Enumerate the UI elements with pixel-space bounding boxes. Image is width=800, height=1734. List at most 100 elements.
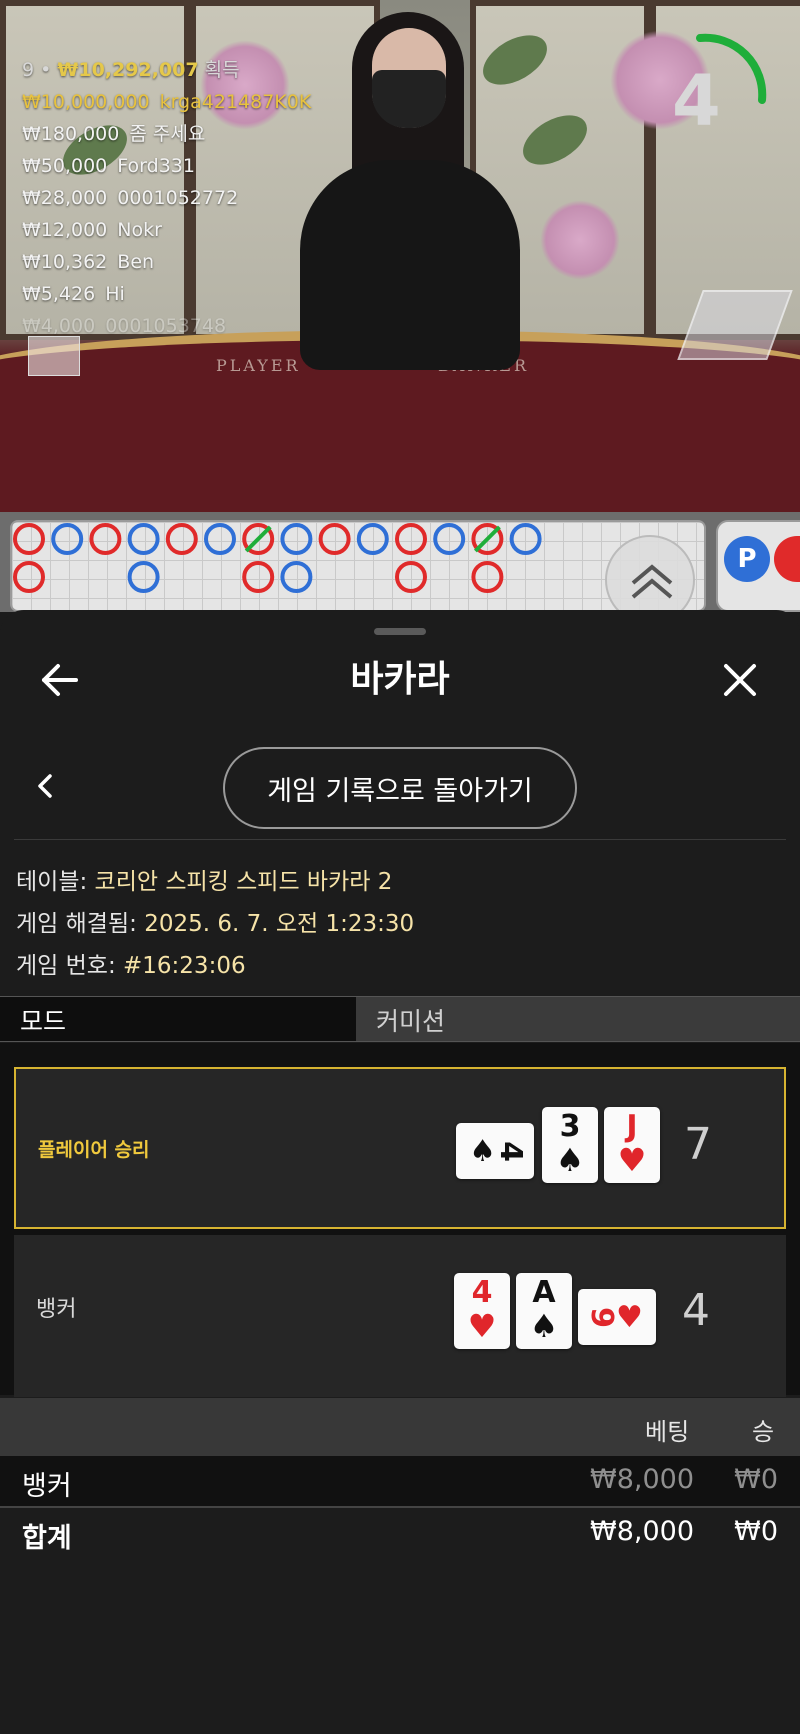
- road-marker: [471, 561, 504, 593]
- leaderboard-row: ₩4,000 0001053748: [22, 310, 311, 342]
- card-box: [28, 336, 80, 376]
- banker-result-badge: [774, 536, 800, 582]
- total-bet-amount: ₩8,000: [590, 1516, 694, 1547]
- card-rank: 4: [471, 1275, 493, 1310]
- game-number-value: #16:23:06: [123, 953, 246, 979]
- chevron-left-icon: [38, 774, 52, 798]
- leaderboard-amount: ₩10,000,000: [22, 91, 150, 113]
- leaderboard-amount: ₩180,000: [22, 123, 120, 145]
- total-label: 합계: [22, 1523, 72, 1554]
- road-marker: [127, 523, 160, 555]
- felt-player-label: PLAYER: [216, 356, 301, 375]
- card-suit: ♥: [617, 1141, 647, 1179]
- card: ♠ 4: [456, 1123, 534, 1179]
- road-marker: [13, 561, 45, 593]
- resolved-value: 2025. 6. 7. 오전 1:23:30: [144, 911, 415, 937]
- road-marker: [280, 523, 313, 555]
- bet-total-row: 합계 ₩8,000 ₩0: [0, 1506, 800, 1556]
- leaderboard-amount: ₩28,000: [22, 187, 108, 209]
- card: J ♥: [604, 1107, 660, 1183]
- game-number-label: 게임 번호:: [16, 953, 116, 979]
- leaderboard-row: ₩10,000,000 krga421487K0K: [22, 86, 311, 118]
- live-video-feed: PLAYER BANKER 9 • ₩10,292,007 획득 ₩10,000…: [0, 0, 800, 512]
- leaderboard-name: Ben: [117, 251, 155, 273]
- leaderboard-row: ₩10,362 Ben: [22, 246, 311, 278]
- road-marker: [509, 523, 542, 555]
- leaderboard-row: ₩12,000 Nokr: [22, 214, 311, 246]
- table-info: 테이블: 코리안 스피킹 스피드 바카라 2: [16, 862, 392, 896]
- road-marker: [395, 523, 427, 555]
- road-marker: [127, 561, 160, 593]
- leaderboard-amount: ₩5,426: [22, 283, 96, 305]
- bet-column-header: 베팅: [645, 1418, 690, 1446]
- road-marker: [89, 523, 122, 555]
- bet-row: 뱅커 ₩8,000 ₩0: [0, 1456, 800, 1506]
- previous-game-button[interactable]: [28, 768, 64, 804]
- won-suffix: 획득: [204, 59, 240, 81]
- player-count: 9: [22, 59, 35, 81]
- leaderboard-amount: ₩50,000: [22, 155, 108, 177]
- close-button[interactable]: [716, 656, 764, 704]
- road-marker: [433, 523, 466, 555]
- road-marker: [356, 523, 389, 555]
- side-road[interactable]: P: [716, 520, 800, 612]
- game-history-sheet: 바카라 게임 기록으로 돌아가기 테이블: 코리안 스피킹 스피드 바카라 2 …: [0, 610, 800, 1734]
- leaderboard-name: Hi: [105, 283, 125, 305]
- road-marker: [280, 561, 313, 593]
- card: 3 ♠: [542, 1107, 598, 1183]
- total-won-amount: ₩10,292,007: [57, 59, 199, 81]
- road-marker: [395, 561, 427, 593]
- close-icon: [724, 664, 756, 696]
- leaderboard-name: 좀 주세요: [129, 123, 206, 145]
- dealer: [300, 160, 520, 370]
- card-face: 9 ♥: [578, 1289, 656, 1345]
- winners-leaderboard: 9 • ₩10,292,007 획득 ₩10,000,000 krga421487…: [22, 54, 311, 342]
- banker-label: 뱅커: [36, 1297, 77, 1322]
- road-marker: [242, 561, 275, 593]
- player-win-label: 플레이어 승리: [38, 1139, 150, 1161]
- leaderboard-name: Ford331: [117, 155, 195, 177]
- road-marker: [165, 523, 198, 555]
- tie-slash: [244, 525, 272, 553]
- card-suit: ♥: [615, 1299, 643, 1335]
- card: 9 ♥: [578, 1289, 656, 1345]
- card-rank: 4: [492, 1140, 528, 1162]
- player-hand: 플레이어 승리 ♠ 4 3 ♠ J ♥ 7: [14, 1067, 786, 1229]
- card-rank: 9: [584, 1306, 620, 1328]
- leaderboard-row: ₩50,000 Ford331: [22, 150, 311, 182]
- person-icon: •: [40, 59, 52, 81]
- bets-header: 베팅 승: [0, 1398, 800, 1456]
- win-amount: ₩0: [734, 1464, 778, 1495]
- road-markers: [13, 523, 542, 593]
- countdown-number: 4: [672, 60, 721, 142]
- leaderboard-row: ₩180,000 좀 주세요: [22, 118, 311, 150]
- card-rank: J: [626, 1109, 638, 1144]
- sheet-title: 바카라: [350, 659, 450, 700]
- banker-hand: 뱅커 4 ♥ A ♠ 9 ♥ 4: [14, 1235, 786, 1397]
- road-marker: [318, 523, 351, 555]
- divider: [14, 839, 786, 840]
- card-face: ♠ 4: [456, 1123, 534, 1179]
- commission-label: 커미션: [376, 1007, 446, 1036]
- card-suit: ♠: [555, 1141, 585, 1179]
- leaderboard-row: ₩28,000 0001052772: [22, 182, 311, 214]
- back-to-history-button[interactable]: 게임 기록으로 돌아가기: [223, 747, 577, 829]
- table-label: 테이블:: [16, 869, 88, 895]
- leaderboard-amount: ₩4,000: [22, 315, 96, 337]
- leaderboard-amount: ₩12,000: [22, 219, 108, 241]
- game-number-info: 게임 번호: #16:23:06: [16, 946, 246, 980]
- resolved-info: 게임 해결됨: 2025. 6. 7. 오전 1:23:30: [16, 904, 414, 938]
- road-marker: [13, 523, 45, 555]
- bet-amount: ₩8,000: [590, 1464, 694, 1495]
- road-marker: [51, 523, 84, 555]
- total-win-amount: ₩0: [734, 1516, 778, 1547]
- bet-name: 뱅커: [22, 1471, 72, 1502]
- leaderboard-name: 0001053748: [105, 315, 227, 337]
- road-marker: [204, 523, 236, 555]
- tie-slash: [473, 525, 501, 553]
- table-value: 코리안 스피킹 스피드 바카라 2: [94, 869, 393, 895]
- leaderboard-name: Nokr: [117, 219, 162, 241]
- win-column-header: 승: [752, 1418, 775, 1446]
- leaderboard-header: 9 • ₩10,292,007 획득: [22, 54, 311, 86]
- drag-handle[interactable]: [374, 628, 426, 635]
